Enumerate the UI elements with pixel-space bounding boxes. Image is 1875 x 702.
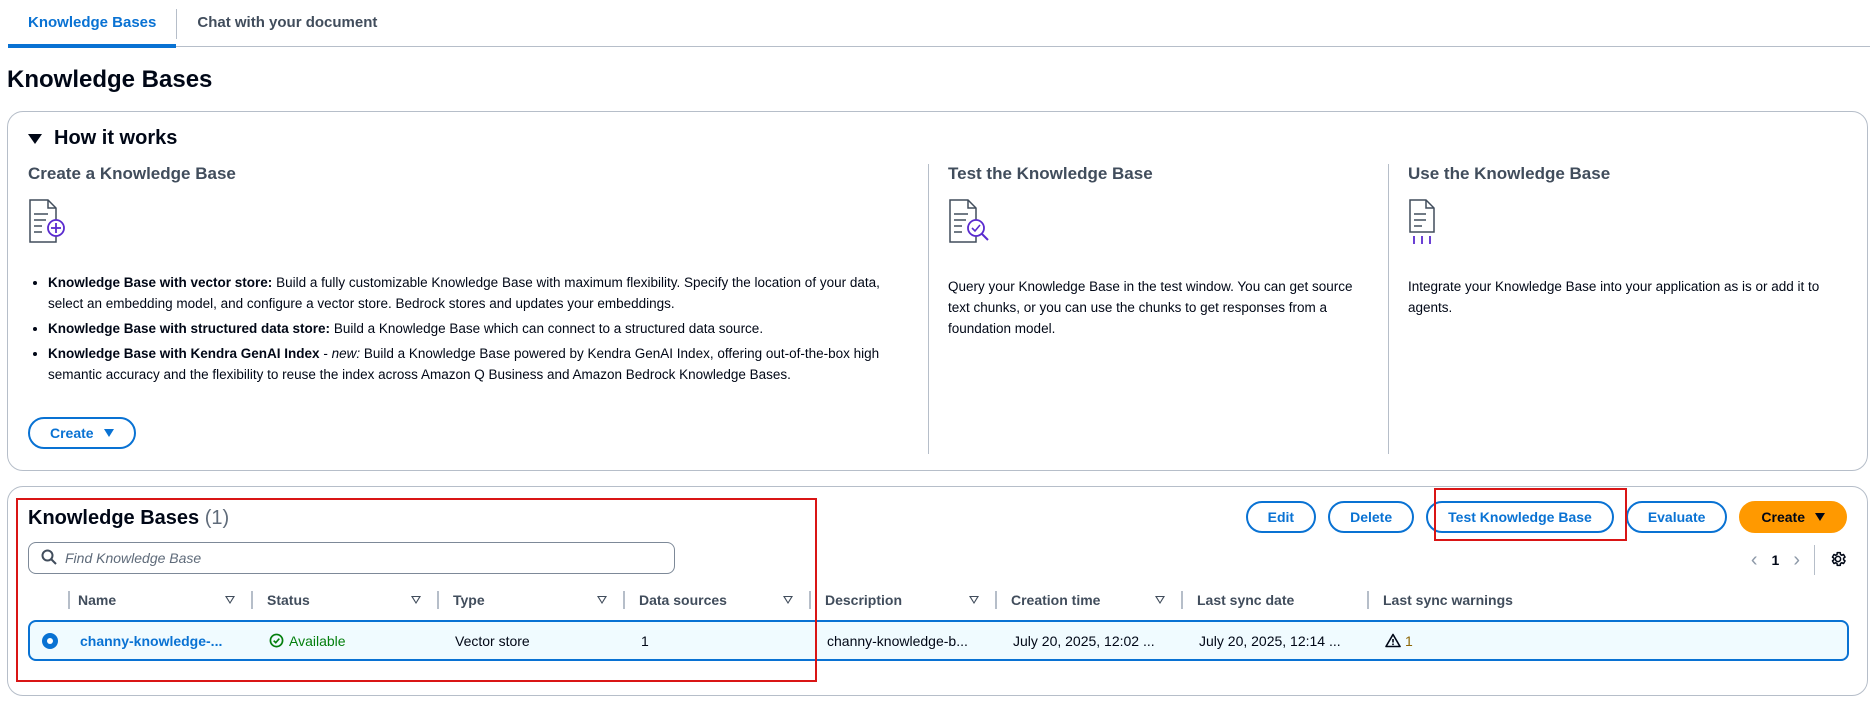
column-divider	[928, 164, 929, 454]
evaluate-button[interactable]: Evaluate	[1625, 501, 1728, 533]
tab-bar: Knowledge Bases Chat with your document	[8, 0, 1870, 48]
column-header-data-sources[interactable]: Data sources	[623, 585, 809, 615]
column-header-status[interactable]: Status	[251, 585, 437, 615]
caret-down-icon	[103, 429, 114, 437]
column-header-name[interactable]: Name	[68, 585, 251, 615]
create-heading: Create a Knowledge Base	[28, 164, 236, 183]
gear-icon[interactable]	[1829, 550, 1847, 571]
column-header-creation-time[interactable]: Creation time	[995, 585, 1181, 615]
test-heading: Test the Knowledge Base	[948, 164, 1153, 183]
chevron-left-icon[interactable]: ‹	[1751, 549, 1758, 572]
search-input[interactable]	[65, 550, 625, 566]
document-plus-icon	[28, 198, 908, 248]
pagination-divider	[1814, 545, 1815, 575]
status-badge: Available	[269, 633, 346, 649]
page-title: Knowledge Bases	[7, 66, 213, 93]
creation-time-cell: July 20, 2025, 12:02 ...	[1013, 632, 1155, 649]
use-description: Integrate your Knowledge Base into your …	[1408, 279, 1820, 315]
status-text: Available	[289, 632, 346, 649]
description-cell: channy-knowledge-b...	[827, 632, 968, 649]
list-item: Knowledge Base with structured data stor…	[48, 318, 908, 339]
column-header-description[interactable]: Description	[809, 585, 995, 615]
sort-icon[interactable]	[411, 596, 421, 604]
last-sync-date-cell: July 20, 2025, 12:14 ...	[1199, 632, 1341, 649]
list-item: Knowledge Base with Kendra GenAI Index -…	[48, 343, 908, 385]
knowledge-bases-table-panel: Knowledge Bases (1) Edit Delete Test Kno…	[7, 486, 1868, 696]
chevron-right-icon[interactable]: ›	[1793, 549, 1800, 572]
table-title-text: Knowledge Bases	[28, 507, 200, 529]
status-cell: Available	[253, 622, 439, 659]
warning-badge: 1	[1385, 633, 1413, 649]
check-circle-icon	[269, 633, 284, 648]
sort-icon[interactable]	[1155, 596, 1165, 604]
test-description: Query your Knowledge Base in the test wi…	[948, 279, 1353, 336]
test-knowledge-base-button[interactable]: Test Knowledge Base	[1426, 501, 1614, 533]
select-column-header	[28, 585, 68, 615]
kb-name-link[interactable]: channy-knowledge-...	[70, 622, 253, 659]
use-heading: Use the Knowledge Base	[1408, 164, 1611, 183]
warnings-cell: 1	[1369, 622, 1629, 659]
tab-knowledge-bases[interactable]: Knowledge Bases	[8, 0, 177, 48]
type-cell: Vector store	[455, 632, 530, 649]
create-button[interactable]: Create	[1739, 501, 1847, 533]
create-button-label: Create	[1761, 509, 1805, 525]
how-it-works-heading: How it works	[54, 127, 178, 149]
table-count: (1)	[204, 507, 230, 529]
how-it-works-panel: How it works Create a Knowledge Base Kno…	[7, 111, 1868, 471]
tab-chat-with-document[interactable]: Chat with your document	[177, 0, 397, 47]
list-item: Knowledge Base with vector store: Build …	[48, 272, 908, 314]
column-header-last-sync-warnings[interactable]: Last sync warnings	[1367, 585, 1627, 615]
use-column: Use the Knowledge Base Integrate your Kn…	[1408, 164, 1858, 318]
document-integrate-icon	[1408, 198, 1858, 248]
row-select[interactable]	[30, 622, 70, 659]
column-header-last-sync-date[interactable]: Last sync date	[1181, 585, 1367, 615]
pagination: ‹ 1 ›	[1751, 545, 1847, 575]
data-sources-cell: 1	[641, 632, 649, 649]
warning-count: 1	[1405, 632, 1413, 649]
table-actions: Edit Delete Test Knowledge Base Evaluate…	[1245, 501, 1847, 533]
table-title: Knowledge Bases (1)	[28, 507, 229, 530]
current-page[interactable]: 1	[1772, 552, 1780, 568]
create-button-label: Create	[50, 425, 94, 441]
radio-selected-icon[interactable]	[42, 632, 58, 649]
table-header: Name Status Type Data sources Descriptio…	[28, 585, 1848, 615]
how-it-works-toggle[interactable]: How it works	[28, 127, 177, 150]
column-header-type[interactable]: Type	[437, 585, 623, 615]
column-divider	[1388, 164, 1389, 454]
caret-down-icon	[28, 133, 42, 144]
sort-icon[interactable]	[969, 596, 979, 604]
sort-icon[interactable]	[597, 596, 607, 604]
document-search-icon	[948, 198, 1378, 248]
table-row[interactable]: channy-knowledge-... Available Vector st…	[28, 620, 1849, 661]
sort-icon[interactable]	[783, 596, 793, 604]
edit-button[interactable]: Edit	[1245, 501, 1317, 533]
caret-down-icon	[1815, 513, 1825, 521]
delete-button[interactable]: Delete	[1328, 501, 1415, 533]
search-field[interactable]	[28, 542, 675, 574]
create-dropdown-button[interactable]: Create	[28, 417, 136, 449]
search-icon	[41, 549, 57, 568]
warning-icon	[1385, 633, 1401, 648]
test-column: Test the Knowledge Base Query your Knowl…	[948, 164, 1378, 339]
create-column: Create a Knowledge Base Knowledge Base w…	[28, 164, 908, 389]
sort-icon[interactable]	[225, 596, 235, 604]
create-options-list: Knowledge Base with vector store: Build …	[28, 272, 908, 385]
